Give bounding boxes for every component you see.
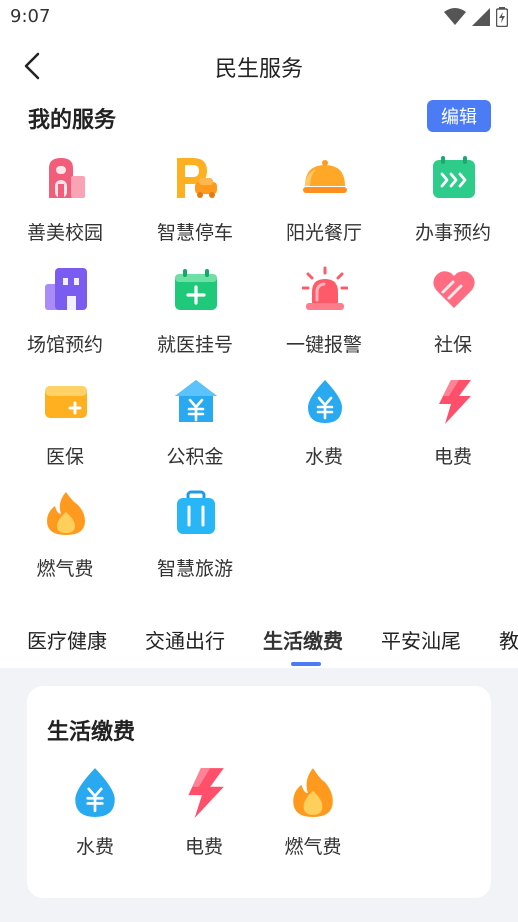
service-campus[interactable]: 善美校园 [0,146,130,246]
edit-button[interactable]: 编辑 [427,100,491,132]
service-parking[interactable]: 智慧停车 [130,146,260,246]
service-label: 电费 [433,446,472,468]
medical-register-icon [175,269,217,310]
panel-item-electricity[interactable]: 电费 [154,766,254,866]
service-label: 场馆预约 [26,334,103,356]
tab-medical-health[interactable]: 医疗健康 [27,625,107,654]
service-label: 智慧旅游 [156,558,233,580]
service-label: 就医挂号 [156,334,233,356]
medical-insurance-card-icon [45,386,87,418]
panel-item-label: 燃气费 [284,836,342,858]
service-housing-fund[interactable]: 公积金 [130,370,260,470]
category-card: 生活缴费 水费 电费 燃气费 [27,686,491,898]
heart-icon [433,271,475,308]
parking-icon [177,158,217,198]
water-drop-icon [308,380,342,423]
tab-transport[interactable]: 交通出行 [145,625,225,654]
flame-icon [293,768,333,817]
active-tab-indicator [291,662,321,666]
housing-fund-icon [175,380,217,422]
alarm-siren-icon [302,266,348,310]
service-electricity[interactable]: 电费 [388,370,518,470]
service-gas[interactable]: 燃气费 [0,482,130,582]
calendar-icon [433,156,475,198]
service-venue[interactable]: 场馆预约 [0,258,130,358]
service-dining[interactable]: 阳光餐厅 [259,146,389,246]
service-alarm[interactable]: 一键报警 [259,258,389,358]
panel-item-label: 水费 [75,836,114,858]
service-label: 智慧停车 [156,222,233,244]
service-tourism[interactable]: 智慧旅游 [130,482,260,582]
tab-safe-shanwei[interactable]: 平安汕尾 [381,625,461,654]
panel-item-label: 电费 [184,836,223,858]
lightning-icon [439,380,471,424]
service-appointment[interactable]: 办事预约 [388,146,518,246]
service-label: 水费 [304,446,343,468]
page-title: 民生服务 [214,57,303,82]
status-time: 9:07 [10,6,51,27]
service-label: 社保 [433,334,472,356]
signal-icon [472,8,490,26]
service-social-security[interactable]: 社保 [388,258,518,358]
status-bar: 9:07 [0,0,518,34]
status-icons [444,6,508,28]
service-water[interactable]: 水费 [259,370,389,470]
service-label: 燃气费 [36,558,94,580]
service-label: 医保 [45,446,84,468]
water-drop-icon [75,768,115,817]
tab-living-payment[interactable]: 生活缴费 [263,625,343,654]
service-label: 公积金 [166,446,224,468]
service-label: 善美校园 [26,222,103,244]
category-tabs: 医疗健康 交通出行 生活缴费 平安汕尾 教 [0,604,518,668]
panel-item-gas[interactable]: 燃气费 [263,766,363,866]
my-services-title: 我的服务 [28,108,117,133]
dining-cloche-icon [303,160,347,193]
lightning-icon [188,768,224,818]
battery-icon [496,7,508,27]
service-medical-insurance[interactable]: 医保 [0,370,130,470]
app-bar: 民生服务 [0,38,518,94]
service-medical-register[interactable]: 就医挂号 [130,258,260,358]
flame-icon [47,492,85,535]
campus-building-icon [49,158,85,198]
wifi-icon [444,8,466,25]
service-label: 一键报警 [285,334,362,356]
luggage-icon [177,490,215,534]
category-card-title: 生活缴费 [47,720,136,745]
service-label: 办事预约 [414,222,491,244]
service-label: 阳光餐厅 [285,222,362,244]
panel-item-water[interactable]: 水费 [45,766,145,866]
venue-building-icon [45,268,87,310]
tab-education[interactable]: 教 [499,625,518,654]
